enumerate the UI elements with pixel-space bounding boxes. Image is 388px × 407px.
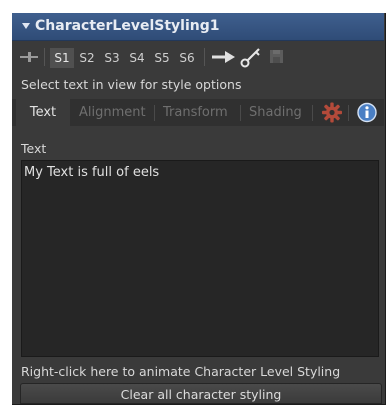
pin-icon[interactable] xyxy=(16,43,44,71)
arrow-right-icon[interactable] xyxy=(209,43,239,71)
slot-s4-button[interactable]: S4 xyxy=(125,48,149,68)
disk-icon[interactable] xyxy=(266,43,290,71)
toolbar-divider xyxy=(204,48,205,66)
text-section-label: Text xyxy=(21,141,47,156)
key-icon[interactable] xyxy=(237,43,265,71)
slot-s1-button[interactable]: S1 xyxy=(50,48,74,68)
info-icon[interactable] xyxy=(354,99,380,126)
tool-panel: CharacterLevelStyling1 S1 S2 S3 S4 S5 S6 xyxy=(12,13,386,405)
tab-divider xyxy=(312,105,313,121)
toolbar-divider xyxy=(44,48,45,66)
animate-hint[interactable]: Right-click here to animate Character Le… xyxy=(21,364,340,379)
slot-s5-button[interactable]: S5 xyxy=(150,48,174,68)
tab-alignment[interactable]: Alignment xyxy=(79,99,146,126)
status-message: Select text in view for style options xyxy=(21,77,242,92)
tab-divider xyxy=(240,105,241,121)
tab-text[interactable]: Text xyxy=(16,99,70,126)
collapse-triangle-icon[interactable] xyxy=(22,23,30,29)
tab-divider xyxy=(348,105,349,121)
toolbar: S1 S2 S3 S4 S5 S6 xyxy=(12,43,384,71)
tab-transform[interactable]: Transform xyxy=(163,99,228,126)
gear-icon[interactable] xyxy=(318,99,346,126)
tab-bar: Text Alignment Transform Shading xyxy=(12,99,384,126)
panel-title: CharacterLevelStyling1 xyxy=(35,18,220,34)
panel-header[interactable]: CharacterLevelStyling1 xyxy=(12,13,384,41)
clear-character-styling-button[interactable]: Clear all character styling xyxy=(20,383,382,404)
slot-s6-button[interactable]: S6 xyxy=(175,48,199,68)
tab-divider xyxy=(154,105,155,121)
tab-shading[interactable]: Shading xyxy=(249,99,302,126)
slot-s3-button[interactable]: S3 xyxy=(100,48,124,68)
styled-text-input[interactable]: My Text is full of eels xyxy=(21,160,379,357)
slot-s2-button[interactable]: S2 xyxy=(75,48,99,68)
